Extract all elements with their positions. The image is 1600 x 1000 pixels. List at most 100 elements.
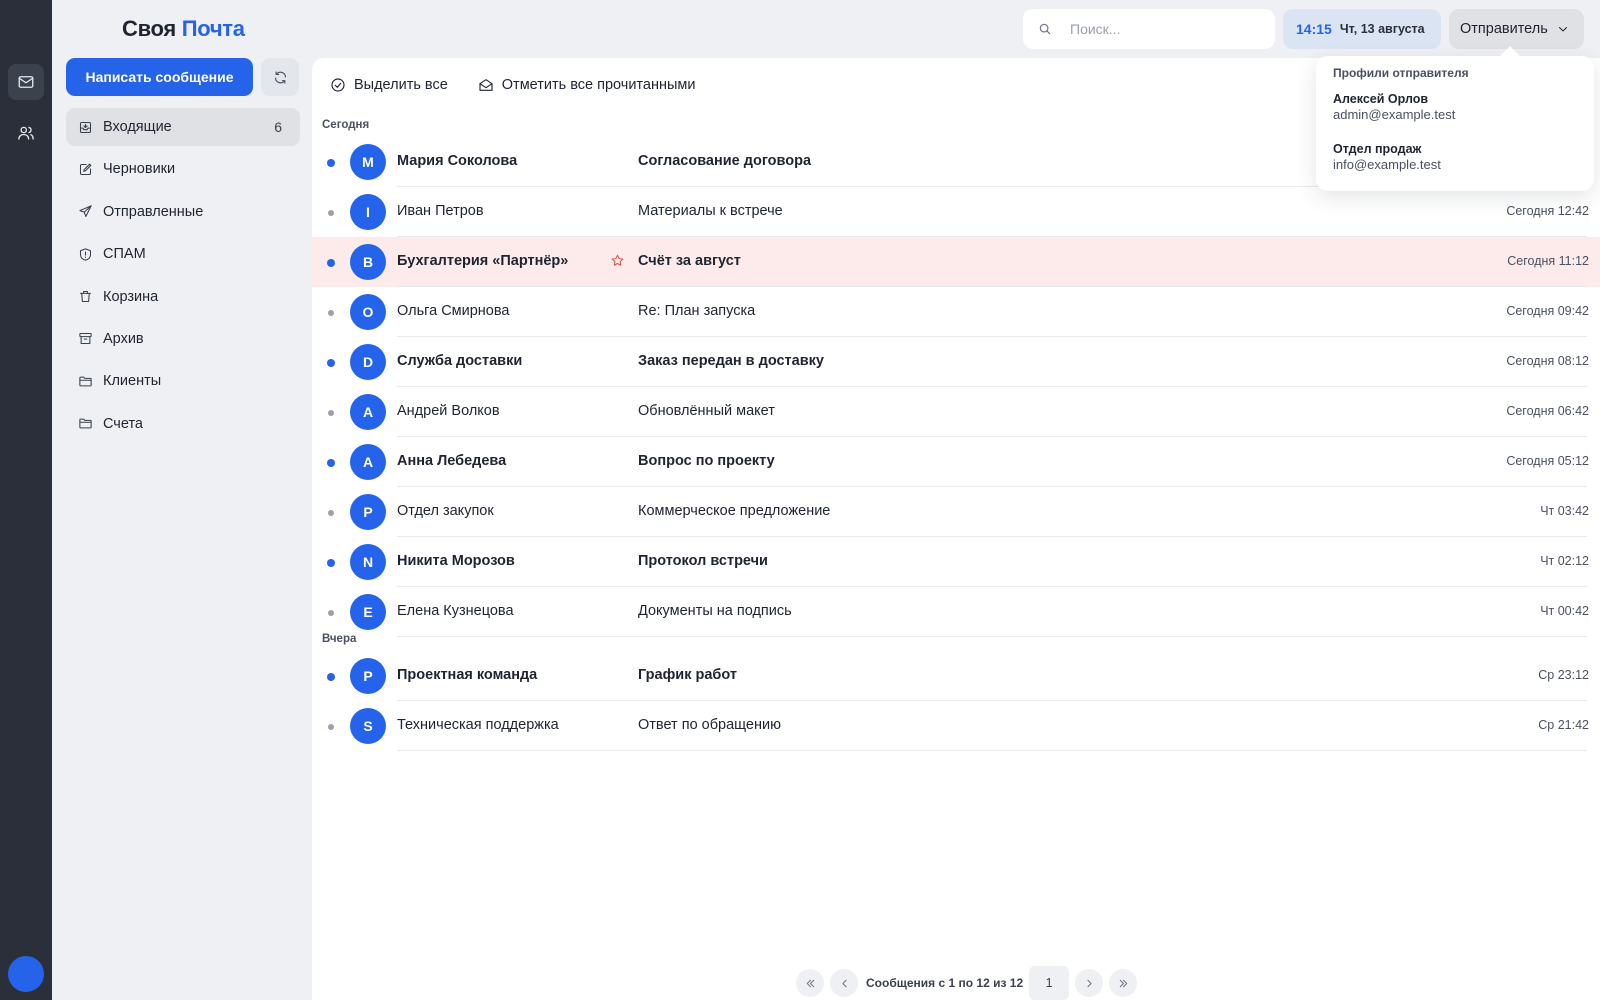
folder-spam[interactable]: СПАМ bbox=[66, 235, 300, 273]
app-logo[interactable]: Своя Почта bbox=[122, 16, 245, 42]
message-time: Сегодня 12:42 bbox=[1506, 204, 1589, 218]
unread-dot bbox=[327, 559, 335, 567]
dropdown-title: Профили отправителя bbox=[1333, 66, 1469, 80]
folder-icon bbox=[79, 418, 92, 429]
message-subject: Re: План запуска bbox=[638, 303, 756, 319]
read-dot bbox=[328, 410, 334, 416]
folder-label: Отправленные bbox=[103, 203, 204, 220]
message-row[interactable]: A Анна Лебедева Вопрос по проекту Сегодня 0… bbox=[312, 437, 1600, 487]
message-panel: Выделить все Отметить все прочитанными С… bbox=[312, 58, 1600, 1000]
message-time: Ср 21:42 bbox=[1538, 718, 1589, 732]
pencil-icon bbox=[79, 163, 92, 175]
folder-drafts[interactable]: Черновики bbox=[66, 150, 300, 188]
sender-avatar: P bbox=[350, 658, 386, 694]
folder-archive[interactable]: Архив bbox=[66, 320, 300, 358]
message-subject: Вопрос по проекту bbox=[638, 453, 775, 469]
group-label-today: Сегодня bbox=[322, 119, 370, 131]
sender-avatar: N bbox=[350, 544, 386, 580]
sender-avatar: A bbox=[350, 444, 386, 480]
folder-sent[interactable]: Отправленные bbox=[66, 193, 300, 231]
read-dot bbox=[328, 724, 334, 730]
star-icon bbox=[611, 254, 624, 266]
app-rail bbox=[0, 0, 52, 1000]
group-label-yesterday: Вчера bbox=[322, 633, 357, 645]
message-row[interactable]: I Иван Петров Материалы к встрече Сегодня 1… bbox=[312, 187, 1600, 237]
sender-dropdown-button[interactable]: Отправитель bbox=[1449, 9, 1584, 49]
row-divider bbox=[397, 750, 1587, 751]
unread-count-badge: 6 bbox=[274, 119, 282, 135]
folder-trash[interactable]: Корзина bbox=[66, 278, 300, 316]
sender-avatar: A bbox=[350, 394, 386, 430]
message-time: Чт 00:42 bbox=[1540, 604, 1589, 618]
message-subject: Документы на подпись bbox=[638, 603, 792, 619]
contacts-nav-button[interactable] bbox=[8, 115, 44, 151]
dropdown-arrow bbox=[1500, 46, 1520, 66]
sender-avatar: B bbox=[350, 244, 386, 280]
message-row[interactable]: D Служба доставки Заказ передан в доставку… bbox=[312, 337, 1600, 387]
message-row[interactable]: B Бухгалтерия «Партнёр» Счёт за август Сего… bbox=[312, 237, 1600, 287]
message-sender: Анна Лебедева bbox=[397, 453, 507, 469]
select-all-button[interactable]: Выделить все bbox=[330, 77, 448, 93]
folder-label: Корзина bbox=[103, 288, 159, 305]
mark-all-read-label: Отметить все прочитанными bbox=[501, 77, 696, 93]
sender-avatar: D bbox=[350, 344, 386, 380]
message-time: Сегодня 05:12 bbox=[1506, 454, 1589, 468]
compose-button[interactable]: Написать сообщение bbox=[66, 58, 253, 96]
unread-dot bbox=[327, 673, 335, 681]
search-box bbox=[1023, 9, 1275, 49]
message-time: Сегодня 06:42 bbox=[1506, 404, 1589, 418]
current-page[interactable]: 1 bbox=[1029, 966, 1070, 1000]
refresh-icon bbox=[274, 70, 286, 84]
profile-name: Отдел продаж bbox=[1333, 142, 1422, 156]
search-icon bbox=[1039, 23, 1051, 35]
unread-dot bbox=[327, 359, 335, 367]
message-subject: Протокол встречи bbox=[638, 553, 768, 569]
profile-name: Алексей Орлов bbox=[1333, 92, 1429, 106]
chevron-right-icon bbox=[1087, 979, 1092, 987]
folder-label: Счета bbox=[103, 415, 143, 432]
chevron-down-icon bbox=[1558, 27, 1567, 32]
envelope-open-icon bbox=[479, 79, 493, 91]
message-row[interactable]: N Никита Морозов Протокол встречи Чт 02:12 bbox=[312, 537, 1600, 587]
search-input[interactable] bbox=[1070, 21, 1260, 37]
message-sender: Отдел закупок bbox=[397, 503, 494, 519]
read-dot bbox=[328, 210, 334, 216]
message-sender: Андрей Волков bbox=[397, 403, 500, 419]
sender-profile-item[interactable]: Алексей Орлов admin@example.test bbox=[1333, 92, 1455, 122]
message-row[interactable]: A Андрей Волков Обновлённый макет Сегодня 0… bbox=[312, 387, 1600, 437]
sender-profile-item[interactable]: Отдел продаж info@example.test bbox=[1333, 142, 1441, 172]
sender-avatar: P bbox=[350, 494, 386, 530]
unread-dot bbox=[327, 159, 335, 167]
folder-clients[interactable]: Клиенты bbox=[66, 362, 300, 400]
folder-list: Входящие 6 Черновики Отправленные СПАМ К… bbox=[66, 108, 300, 447]
folder-label: Архив bbox=[103, 330, 144, 347]
message-row[interactable]: P Отдел закупок Коммерческое предложение Чт… bbox=[312, 487, 1600, 537]
user-avatar[interactable] bbox=[8, 956, 44, 992]
message-subject: Счёт за август bbox=[638, 253, 741, 269]
send-icon bbox=[79, 205, 92, 218]
folder-inbox[interactable]: Входящие 6 bbox=[66, 108, 300, 146]
first-page-button[interactable] bbox=[796, 969, 824, 997]
message-subject: Обновлённый макет bbox=[638, 403, 775, 419]
message-row[interactable]: E Елена Кузнецова Документы на подпись Чт 0… bbox=[312, 587, 1600, 637]
message-subject: Коммерческое предложение bbox=[638, 503, 831, 519]
message-row[interactable]: O Ольга Смирнова Re: План запуска Сегодня 0… bbox=[312, 287, 1600, 337]
refresh-button[interactable] bbox=[261, 58, 299, 96]
message-sender: Техническая поддержка bbox=[397, 717, 559, 733]
message-row[interactable]: S Техническая поддержка Ответ по обращению… bbox=[312, 701, 1600, 751]
prev-page-button[interactable] bbox=[830, 969, 858, 997]
last-page-button[interactable] bbox=[1109, 969, 1138, 997]
star-button[interactable] bbox=[610, 253, 625, 268]
folder-invoices[interactable]: Счета bbox=[66, 405, 300, 443]
message-time: Чт 02:12 bbox=[1540, 554, 1589, 568]
read-dot bbox=[328, 510, 334, 516]
next-page-button[interactable] bbox=[1075, 969, 1104, 997]
mail-icon bbox=[18, 76, 34, 88]
sender-avatar: I bbox=[350, 194, 386, 230]
mark-all-read-button[interactable]: Отметить все прочитанными bbox=[478, 77, 696, 93]
chevrons-left-icon bbox=[806, 979, 814, 987]
message-sender: Никита Морозов bbox=[397, 553, 515, 569]
select-all-label: Выделить все bbox=[354, 77, 448, 93]
message-row[interactable]: P Проектная команда График работ Ср 23:12 bbox=[312, 651, 1600, 701]
mail-nav-button[interactable] bbox=[8, 64, 44, 100]
